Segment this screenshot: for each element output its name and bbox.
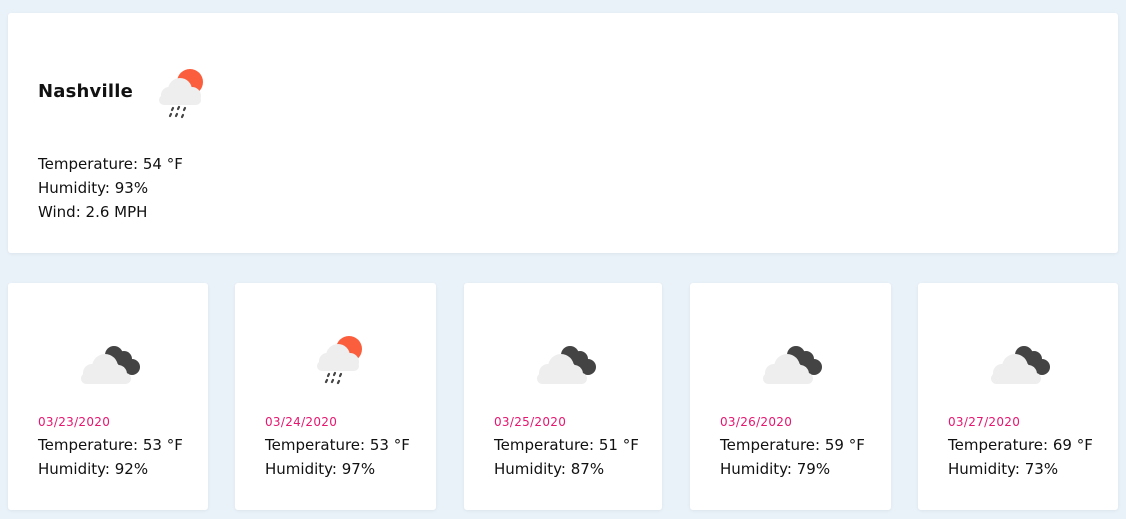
forecast-date: 03/27/2020	[948, 415, 1021, 429]
city-name: Nashville	[38, 81, 133, 102]
forecast-card-2: 03/24/2020 Temperature: 53 °F Humidity: …	[235, 283, 436, 510]
forecast-humidity: Humidity: 73%	[948, 460, 1059, 478]
forecast-card-5: 03/27/2020 Temperature: 69 °F Humidity: …	[918, 283, 1118, 510]
current-stats: Temperature: 54 °F Humidity: 93% Wind: 2…	[38, 152, 183, 224]
forecast-temperature: Temperature: 59 °F	[720, 436, 865, 454]
dark-clouds-icon	[537, 346, 596, 384]
forecast-stats: Temperature: 53 °F Humidity: 92%	[38, 433, 183, 481]
forecast-temperature: Temperature: 69 °F	[948, 436, 1093, 454]
forecast-stats: Temperature: 69 °F Humidity: 73%	[948, 433, 1093, 481]
forecast-stats: Temperature: 59 °F Humidity: 79%	[720, 433, 865, 481]
forecast-humidity: Humidity: 92%	[38, 460, 149, 478]
dark-clouds-icon	[763, 346, 822, 384]
forecast-date: 03/25/2020	[494, 415, 567, 429]
dark-clouds-icon	[991, 346, 1050, 384]
forecast-temperature: Temperature: 51 °F	[494, 436, 639, 454]
forecast-stats: Temperature: 53 °F Humidity: 97%	[265, 433, 410, 481]
forecast-date: 03/26/2020	[720, 415, 793, 429]
forecast-humidity: Humidity: 87%	[494, 460, 605, 478]
forecast-humidity: Humidity: 79%	[720, 460, 831, 478]
forecast-date: 03/24/2020	[265, 415, 338, 429]
current-weather-card: Nashville Temperature: 54 °F Humidity: 9…	[8, 13, 1118, 253]
rain-sun-cloud-icon	[159, 69, 203, 119]
forecast-temperature: Temperature: 53 °F	[38, 436, 183, 454]
current-temperature: Temperature: 54 °F	[38, 155, 183, 173]
forecast-card-4: 03/26/2020 Temperature: 59 °F Humidity: …	[690, 283, 891, 510]
forecast-temperature: Temperature: 53 °F	[265, 436, 410, 454]
rain-sun-cloud-icon	[317, 336, 362, 385]
forecast-card-1: 03/23/2020 Temperature: 53 °F Humidity: …	[8, 283, 208, 510]
dark-clouds-icon	[81, 346, 140, 384]
forecast-date: 03/23/2020	[38, 415, 111, 429]
forecast-humidity: Humidity: 97%	[265, 460, 376, 478]
forecast-stats: Temperature: 51 °F Humidity: 87%	[494, 433, 639, 481]
current-humidity: Humidity: 93%	[38, 179, 149, 197]
forecast-card-3: 03/25/2020 Temperature: 51 °F Humidity: …	[464, 283, 662, 510]
current-wind: Wind: 2.6 MPH	[38, 203, 148, 221]
